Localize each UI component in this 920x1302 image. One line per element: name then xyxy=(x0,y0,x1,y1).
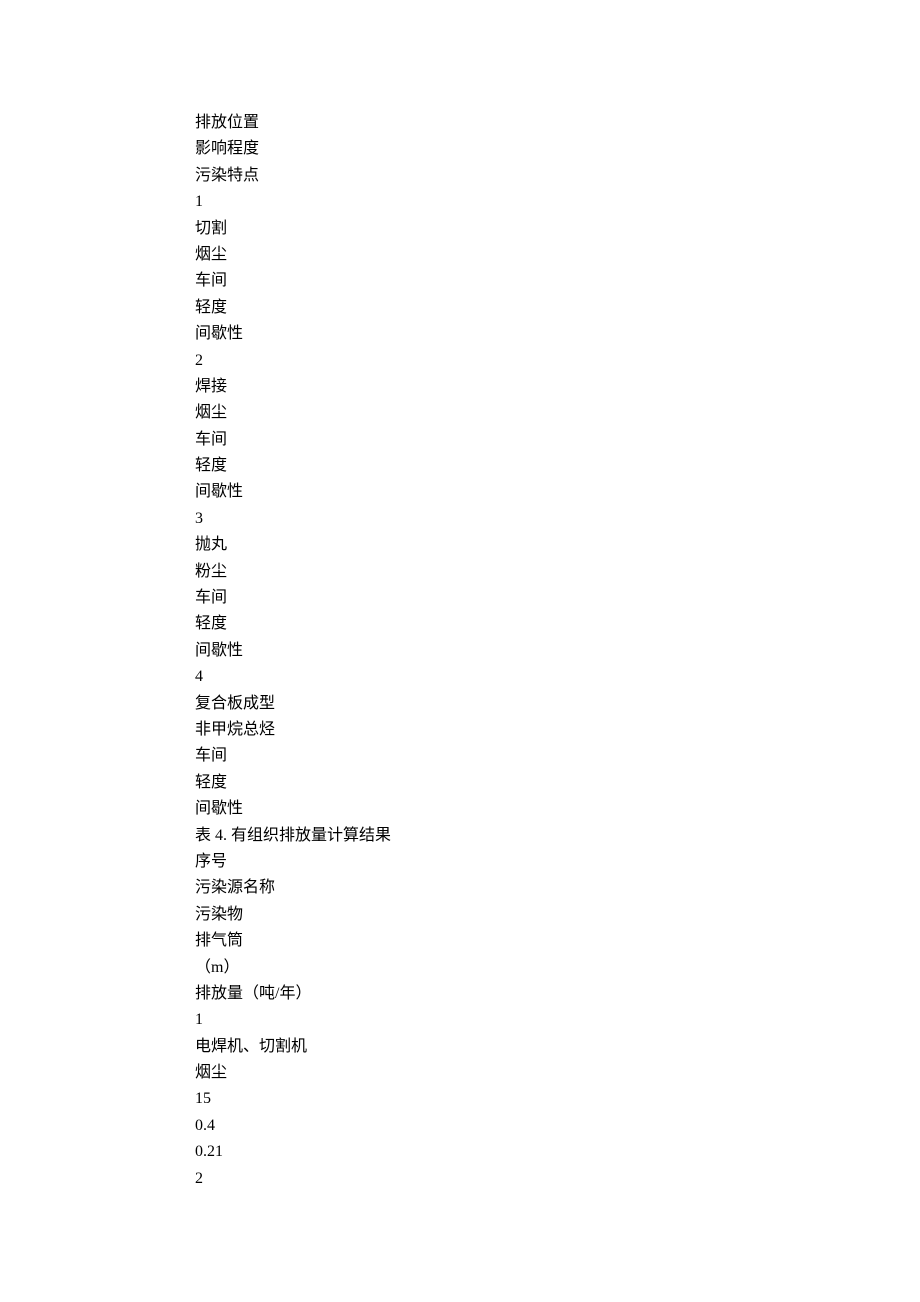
text-line: 车间 xyxy=(195,427,920,453)
text-line: 排放量（吨/年） xyxy=(195,981,920,1007)
text-line: 1 xyxy=(195,1007,920,1033)
text-line: 污染特点 xyxy=(195,163,920,189)
text-line: 3 xyxy=(195,506,920,532)
text-line: 轻度 xyxy=(195,611,920,637)
text-line: 间歇性 xyxy=(195,796,920,822)
text-line: 车间 xyxy=(195,268,920,294)
text-line: 电焊机、切割机 xyxy=(195,1034,920,1060)
text-line: 2 xyxy=(195,1166,920,1192)
text-line: 排放位置 xyxy=(195,110,920,136)
text-line: 车间 xyxy=(195,585,920,611)
text-line: 烟尘 xyxy=(195,242,920,268)
text-line: （m） xyxy=(195,955,920,981)
text-line: 间歇性 xyxy=(195,479,920,505)
text-line: 切割 xyxy=(195,216,920,242)
text-line: 轻度 xyxy=(195,295,920,321)
text-line: 污染源名称 xyxy=(195,875,920,901)
text-line: 非甲烷总烃 xyxy=(195,717,920,743)
text-line: 复合板成型 xyxy=(195,691,920,717)
text-line: 抛丸 xyxy=(195,532,920,558)
text-line: 车间 xyxy=(195,743,920,769)
text-line: 表 4. 有组织排放量计算结果 xyxy=(195,823,920,849)
text-line: 烟尘 xyxy=(195,400,920,426)
text-line: 烟尘 xyxy=(195,1060,920,1086)
text-line: 4 xyxy=(195,664,920,690)
text-line: 间歇性 xyxy=(195,321,920,347)
text-line: 间歇性 xyxy=(195,638,920,664)
text-line: 1 xyxy=(195,189,920,215)
text-line: 焊接 xyxy=(195,374,920,400)
text-line: 粉尘 xyxy=(195,559,920,585)
text-line: 轻度 xyxy=(195,453,920,479)
text-line: 序号 xyxy=(195,849,920,875)
text-line: 2 xyxy=(195,348,920,374)
text-line: 影响程度 xyxy=(195,136,920,162)
document-page: 排放位置 影响程度 污染特点 1 切割 烟尘 车间 轻度 间歇性 2 焊接 烟尘… xyxy=(0,0,920,1302)
text-line: 污染物 xyxy=(195,902,920,928)
text-line: 0.4 xyxy=(195,1113,920,1139)
text-line: 轻度 xyxy=(195,770,920,796)
text-line: 排气筒 xyxy=(195,928,920,954)
text-line: 15 xyxy=(195,1086,920,1112)
text-line: 0.21 xyxy=(195,1139,920,1165)
